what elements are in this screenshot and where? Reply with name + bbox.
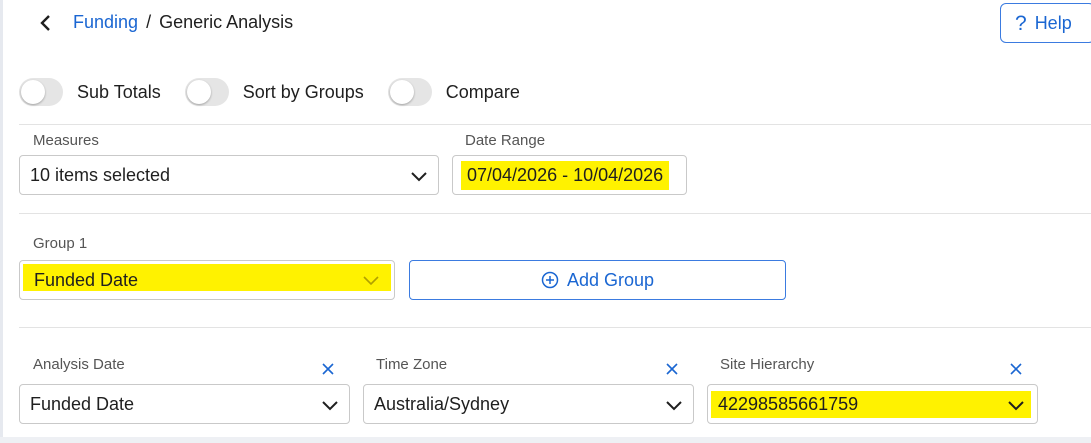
time-zone-clear-icon[interactable] [663,360,681,378]
chevron-left-icon [40,15,50,31]
chevron-down-icon [322,401,338,411]
toggle-knob [186,80,211,104]
group1-value: Funded Date [34,269,139,290]
toggle-knob [21,80,45,104]
breadcrumb: Funding / Generic Analysis [73,12,293,33]
analysis-date-label: Analysis Date [33,356,125,373]
chevron-down-icon [1008,401,1024,411]
measures-select[interactable]: 10 items selected [19,155,439,195]
compare-toggle[interactable] [387,78,432,106]
section-divider [19,327,1091,328]
time-zone-value: Australia/Sydney [374,393,510,414]
section-divider [19,124,1091,125]
toggle-row: Sub Totals Sort by Groups Compare [19,78,544,106]
toggle-knob [389,80,414,104]
group1-select[interactable]: Funded Date [19,260,395,300]
add-group-label: Add Group [566,269,655,290]
question-icon: ? [1015,11,1027,35]
chevron-down-icon [411,172,427,182]
group1-label: Group 1 [33,235,88,252]
sort-by-groups-toggle[interactable] [184,78,229,106]
breadcrumb-separator: / [146,12,152,32]
back-button[interactable] [33,10,57,36]
add-group-button[interactable]: Add Group [409,260,786,300]
sub-totals-label: Sub Totals [77,81,161,102]
page-title: Generic Analysis [159,12,294,32]
date-range-label: Date Range [465,132,546,149]
measures-value: 10 items selected [30,164,171,185]
chevron-down-icon [363,276,379,286]
date-range-input[interactable]: 07/04/2026 - 10/04/2026 [452,155,687,195]
time-zone-select[interactable]: Australia/Sydney [363,384,694,424]
site-hierarchy-value: 42298585661759 [718,393,859,414]
breadcrumb-funding-link[interactable]: Funding [73,12,138,33]
measures-label: Measures [33,132,99,149]
section-divider [19,213,1091,214]
site-hierarchy-clear-icon[interactable] [1007,360,1025,378]
sort-by-groups-label: Sort by Groups [242,81,364,102]
chevron-down-icon [666,401,682,411]
compare-label: Compare [445,81,520,102]
date-range-value: 07/04/2026 - 10/04/2026 [461,160,670,190]
time-zone-label: Time Zone [376,356,448,373]
analysis-date-select[interactable]: Funded Date [19,384,350,424]
analysis-date-clear-icon[interactable] [319,360,337,378]
sub-totals-toggle[interactable] [19,78,63,106]
site-hierarchy-label: Site Hierarchy [720,356,815,373]
help-button[interactable]: ? Help [1000,3,1091,43]
analysis-page: Funding / Generic Analysis ? Help Sub To… [0,0,1091,437]
plus-circle-icon [541,271,559,289]
help-label: Help [1034,12,1072,33]
analysis-date-value: Funded Date [30,393,135,414]
site-hierarchy-select[interactable]: 42298585661759 [707,384,1038,424]
